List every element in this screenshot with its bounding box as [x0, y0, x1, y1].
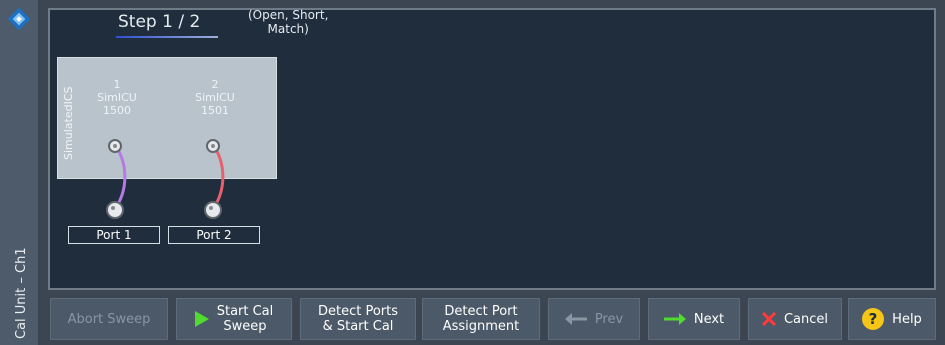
cancel-label: Cancel [783, 311, 829, 327]
detect-port-assignment-label: Detect Port Assignment [442, 304, 520, 334]
arrow-left-icon [564, 313, 587, 325]
start-cal-sweep-button[interactable]: Start Cal Sweep [176, 298, 292, 340]
cal-unit-connector-1-icon [108, 139, 122, 153]
close-icon [761, 312, 776, 326]
next-label: Next [693, 311, 725, 327]
abort-sweep-label: Abort Sweep [67, 311, 151, 327]
cable-port-2 [211, 145, 225, 210]
analyzer-connector-1-icon [106, 201, 124, 219]
help-icon: ? [862, 308, 885, 330]
arrow-right-icon [663, 313, 686, 325]
help-label: Help [892, 311, 922, 327]
start-cal-sweep-label: Start Cal Sweep [216, 304, 274, 334]
help-button[interactable]: ? Help [848, 298, 936, 340]
analyzer-connector-2-icon [204, 201, 222, 219]
cancel-button[interactable]: Cancel [748, 298, 842, 340]
prev-label: Prev [594, 311, 624, 327]
port-1-label: Port 1 [68, 226, 160, 244]
cal-unit-connector-2-icon [206, 139, 220, 153]
svg-text:?: ? [869, 310, 878, 328]
port-2-label: Port 2 [168, 226, 260, 244]
button-bar: Abort Sweep Start Cal Sweep Detect Ports… [48, 298, 938, 340]
cable-diagram [113, 145, 225, 210]
detect-ports-start-label: Detect Ports & Start Cal [317, 304, 399, 334]
play-icon [194, 311, 209, 327]
detect-port-assignment-button[interactable]: Detect Port Assignment [422, 298, 540, 340]
cable-port-1 [113, 145, 127, 210]
next-button[interactable]: Next [648, 298, 740, 340]
abort-sweep-button[interactable]: Abort Sweep [50, 298, 168, 340]
prev-button[interactable]: Prev [548, 298, 640, 340]
detect-ports-start-cal-button[interactable]: Detect Ports & Start Cal [300, 298, 416, 340]
